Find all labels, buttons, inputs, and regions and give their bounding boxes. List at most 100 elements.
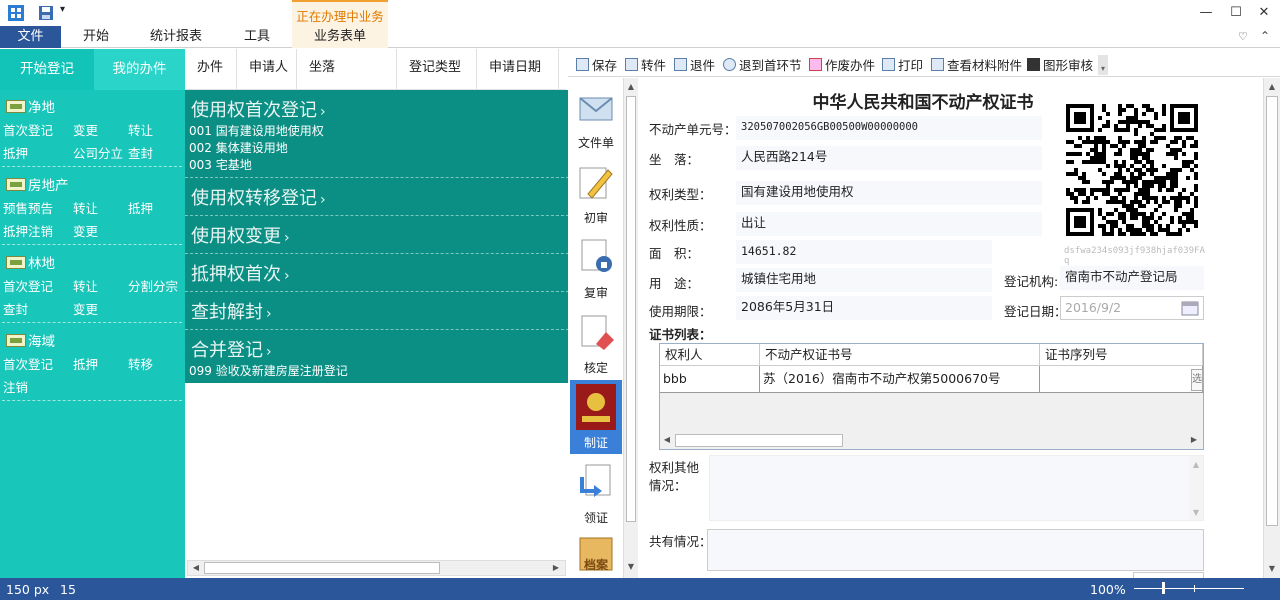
- nav-item[interactable]: 公司分立: [73, 143, 123, 162]
- menu-item[interactable]: 003 宅基地: [189, 156, 252, 173]
- date-picker[interactable]: 2016/9/2: [1060, 296, 1204, 320]
- tab-start-registration[interactable]: 开始登记: [0, 49, 94, 90]
- grid-horizontal-scrollbar[interactable]: ◀ ▶: [187, 560, 566, 576]
- menu-item[interactable]: 099 验收及新建房屋注册登记: [189, 362, 348, 379]
- column-header-serial-no[interactable]: 证书序列号: [1040, 344, 1203, 366]
- zoom-slider-thumb[interactable]: [1162, 582, 1165, 594]
- org-field[interactable]: 宿南市不动产登记局: [1060, 266, 1204, 290]
- nav-item[interactable]: 转移: [128, 354, 153, 373]
- step-archive[interactable]: 档案: [568, 556, 624, 573]
- nav-item[interactable]: 变更: [73, 299, 98, 318]
- step-make-certificate[interactable]: 制证: [570, 380, 622, 454]
- form-vertical-scrollbar[interactable]: ▲ ▼: [1263, 78, 1280, 578]
- scroll-up-icon[interactable]: ▲: [1266, 80, 1278, 94]
- scroll-thumb[interactable]: [1266, 96, 1278, 526]
- return-button[interactable]: 退件: [674, 55, 715, 74]
- scroll-right-icon[interactable]: ▶: [1188, 433, 1200, 447]
- textbox-scrollbar[interactable]: ▲ ▼: [1189, 456, 1203, 520]
- maximize-icon[interactable]: ☐: [1226, 4, 1246, 22]
- right-type-field[interactable]: 国有建设用地使用权: [736, 181, 1042, 205]
- menu-item[interactable]: 002 集体建设用地: [189, 139, 288, 156]
- step-second-review[interactable]: 复审: [568, 284, 624, 301]
- scroll-thumb[interactable]: [204, 562, 440, 574]
- unit-no-field[interactable]: 320507002056GB00500W00000000: [736, 116, 1042, 140]
- back-to-first-step-button[interactable]: 退到首环节: [723, 55, 802, 74]
- workflow-vertical-scrollbar[interactable]: ▲ ▼: [623, 78, 638, 578]
- nav-item[interactable]: 查封: [3, 299, 28, 318]
- area-field[interactable]: 14651.82: [736, 240, 992, 264]
- nav-item[interactable]: 抵押: [3, 143, 28, 162]
- calendar-icon[interactable]: [1181, 300, 1199, 316]
- step-approval[interactable]: 核定: [568, 359, 624, 376]
- close-icon[interactable]: ✕: [1254, 4, 1274, 22]
- shared-textbox[interactable]: [707, 529, 1204, 571]
- print-button[interactable]: 打印: [882, 55, 923, 74]
- scroll-up-icon[interactable]: ▲: [1189, 458, 1203, 472]
- tab-tools[interactable]: 工具: [232, 28, 282, 48]
- menu-group-seizure[interactable]: 查封解封 ›: [191, 298, 272, 324]
- scroll-thumb[interactable]: [675, 434, 843, 447]
- ribbon-collapse-icon[interactable]: ♡: [1238, 30, 1248, 43]
- nav-item[interactable]: 预售预告: [3, 198, 53, 217]
- menu-group-mortgage[interactable]: 抵押权首次 ›: [191, 260, 290, 286]
- column-header-applicant[interactable]: 申请人: [237, 49, 297, 90]
- graphic-review-button[interactable]: 图形审核: [1027, 55, 1093, 74]
- tab-file[interactable]: 文件: [0, 26, 61, 48]
- tab-home[interactable]: 开始: [72, 28, 120, 48]
- nav-item[interactable]: 变更: [73, 221, 98, 240]
- other-rights-textbox[interactable]: ▲ ▼: [709, 455, 1204, 521]
- column-header-reg-type[interactable]: 登记类型: [397, 49, 477, 90]
- tab-reports[interactable]: 统计报表: [140, 28, 212, 48]
- scroll-left-icon[interactable]: ◀: [661, 433, 673, 447]
- scroll-down-icon[interactable]: ▼: [625, 560, 637, 574]
- nav-item[interactable]: 抵押注销: [3, 221, 53, 240]
- column-header-case[interactable]: 办件: [185, 49, 237, 90]
- cell-cert-no[interactable]: 苏（2016）宿南市不动产权第5000670号: [760, 366, 1040, 393]
- term-field[interactable]: 2086年5月31日: [736, 296, 992, 320]
- tab-business-form[interactable]: 业务表单: [292, 28, 388, 48]
- menu-group-merge[interactable]: 合并登记 ›: [191, 336, 272, 362]
- save-quick-icon[interactable]: [38, 5, 54, 21]
- void-case-button[interactable]: 作废办件: [809, 55, 875, 74]
- nav-item[interactable]: 首次登记: [3, 120, 53, 139]
- forward-button[interactable]: 转件: [625, 55, 666, 74]
- cell-serial-no[interactable]: [1040, 366, 1203, 393]
- tab-my-cases[interactable]: 我的办件: [94, 49, 185, 90]
- nav-item[interactable]: 查封: [128, 143, 153, 162]
- row-select-button[interactable]: 选: [1191, 369, 1203, 391]
- scroll-down-icon[interactable]: ▼: [1189, 506, 1203, 520]
- save-button[interactable]: 保存: [576, 55, 617, 74]
- menu-item[interactable]: 001 国有建设用地使用权: [189, 122, 324, 139]
- column-header-apply-date[interactable]: 申请日期: [477, 49, 559, 90]
- nav-item[interactable]: 分割分宗: [128, 276, 178, 295]
- minimize-icon[interactable]: —: [1196, 4, 1216, 22]
- nav-item[interactable]: 抵押: [73, 354, 98, 373]
- location-field[interactable]: 人民西路214号: [736, 146, 1042, 170]
- nav-item[interactable]: 首次登记: [3, 276, 53, 295]
- usage-field[interactable]: 城镇住宅用地: [736, 268, 992, 292]
- scroll-down-icon[interactable]: ▼: [1266, 562, 1278, 576]
- menu-group-change[interactable]: 使用权变更 ›: [191, 222, 290, 248]
- step-collect-certificate[interactable]: 领证: [568, 509, 624, 526]
- table-horizontal-scrollbar[interactable]: ◀ ▶: [661, 433, 1202, 448]
- scroll-right-icon[interactable]: ▶: [550, 561, 562, 575]
- step-file-form[interactable]: 文件单: [568, 134, 624, 151]
- nav-item[interactable]: 转让: [73, 198, 98, 217]
- menu-group-transfer[interactable]: 使用权转移登记 ›: [191, 184, 326, 210]
- step-initial-review[interactable]: 初审: [568, 209, 624, 226]
- scroll-thumb[interactable]: [626, 96, 636, 522]
- right-nature-field[interactable]: 出让: [736, 212, 1042, 236]
- column-header-holder[interactable]: 权利人: [660, 344, 760, 366]
- nav-item[interactable]: 变更: [73, 120, 98, 139]
- nav-item[interactable]: 转让: [128, 120, 153, 139]
- scroll-left-icon[interactable]: ◀: [190, 561, 202, 575]
- nav-item[interactable]: 抵押: [128, 198, 153, 217]
- menu-group-first-registration[interactable]: 使用权首次登记 ›: [191, 96, 326, 122]
- nav-item[interactable]: 注销: [3, 377, 28, 396]
- nav-item[interactable]: 首次登记: [3, 354, 53, 373]
- view-attachments-button[interactable]: 查看材料附件: [931, 55, 1022, 74]
- column-header-location[interactable]: 坐落: [297, 49, 397, 90]
- zoom-slider-track[interactable]: [1134, 588, 1244, 589]
- ribbon-expand-icon[interactable]: ⌃: [1260, 29, 1270, 43]
- toolbar-overflow-icon[interactable]: ▾: [1098, 55, 1108, 75]
